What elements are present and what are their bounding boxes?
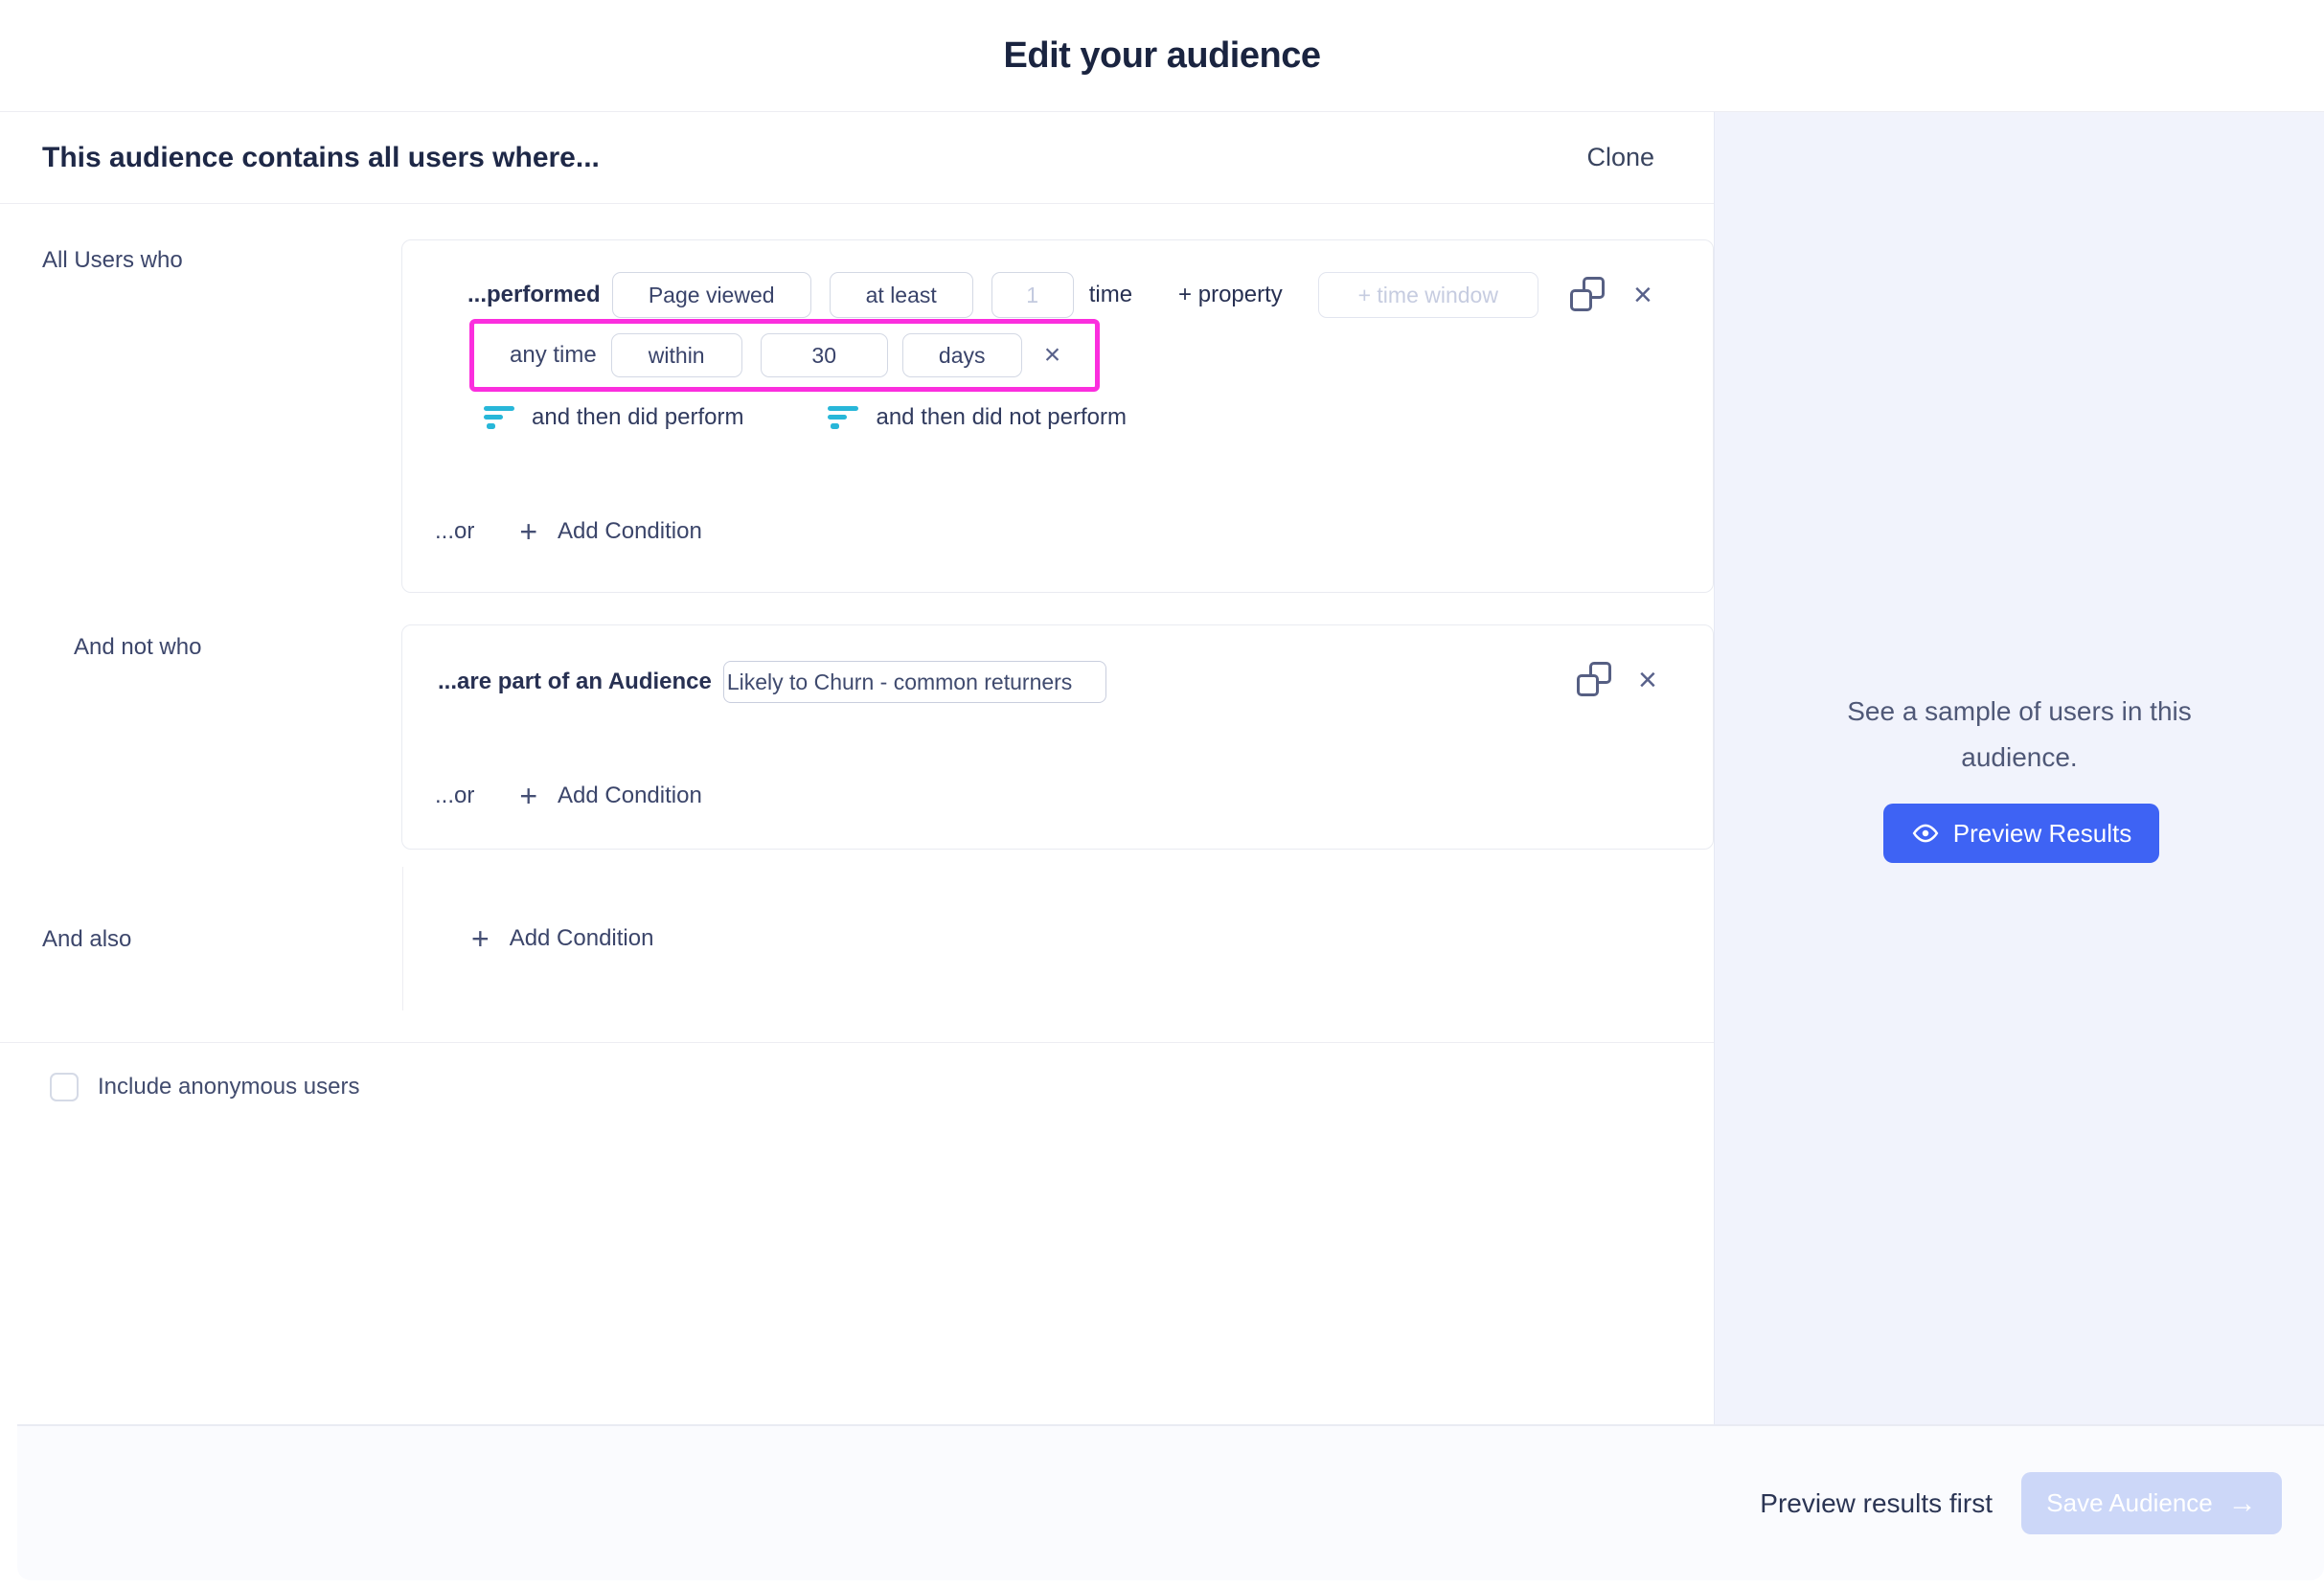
preview-results-label: Preview Results xyxy=(1953,819,2131,849)
or-label: ...or xyxy=(435,783,474,809)
remove-condition-icon[interactable]: × xyxy=(1633,279,1652,311)
sample-text: See a sample of users in this audience. xyxy=(1715,689,2324,781)
sample-text-line2: audience. xyxy=(1715,735,2324,781)
save-audience-label: Save Audience xyxy=(2046,1488,2212,1518)
add-condition-button[interactable]: Add Condition xyxy=(510,925,654,952)
section-header: This audience contains all users where..… xyxy=(0,112,1714,204)
sample-text-line1: See a sample of users in this xyxy=(1715,689,2324,735)
then-did-not-perform-button[interactable]: and then did not perform xyxy=(876,404,1127,431)
time-amount-input[interactable]: 30 xyxy=(761,333,888,377)
group-label-and-not-who: And not who xyxy=(74,634,201,661)
section-heading: This audience contains all users where..… xyxy=(42,142,600,174)
audience-prefix: ...are part of an Audience xyxy=(438,669,712,695)
and-also-divider xyxy=(402,867,403,1010)
funnel-icon xyxy=(484,406,516,429)
title-bar: Edit your audience xyxy=(0,0,2324,112)
within-select-button[interactable]: within xyxy=(611,333,742,377)
page-title: Edit your audience xyxy=(1004,35,1321,77)
plus-icon[interactable]: + xyxy=(519,781,537,811)
group-label-and-also: And also xyxy=(42,926,131,953)
group-label-all-users: All Users who xyxy=(42,247,183,274)
add-condition-button[interactable]: Add Condition xyxy=(558,518,702,545)
then-did-perform-button[interactable]: and then did perform xyxy=(532,404,743,431)
remove-time-window-icon[interactable]: × xyxy=(1044,341,1061,370)
remove-condition-icon[interactable]: × xyxy=(1638,664,1657,696)
performed-prefix: ...performed xyxy=(467,282,601,308)
edit-audience-dialog: Edit your audience This audience contain… xyxy=(0,0,2324,1588)
time-unit-select-button[interactable]: days xyxy=(902,333,1022,377)
event-select-button[interactable]: Page viewed xyxy=(612,272,811,318)
eye-icon xyxy=(1911,823,1940,844)
or-label: ...or xyxy=(435,518,474,545)
count-suffix-label: time xyxy=(1089,282,1132,308)
count-input[interactable]: 1 xyxy=(991,272,1074,318)
add-property-button[interactable]: + property xyxy=(1178,282,1283,308)
plus-icon[interactable]: + xyxy=(471,923,490,954)
condition-card-audience: ...are part of an Audience Likely to Chu… xyxy=(401,624,1714,850)
clone-button[interactable]: Clone xyxy=(1586,143,1654,172)
duplicate-condition-icon[interactable] xyxy=(1570,277,1605,311)
preview-first-hint: Preview results first xyxy=(1760,1488,1993,1519)
arrow-right-icon: → xyxy=(2228,1489,2257,1518)
save-audience-button[interactable]: Save Audience → xyxy=(2021,1472,2282,1534)
time-window-highlight-box: any time within 30 days × xyxy=(469,319,1100,392)
preview-panel: See a sample of users in this audience. … xyxy=(1714,112,2324,1424)
plus-icon[interactable]: + xyxy=(519,516,537,547)
any-time-label: any time xyxy=(510,342,597,369)
condition-card-performed: ...performed Page viewed at least 1 time… xyxy=(401,239,1714,593)
add-condition-button[interactable]: Add Condition xyxy=(558,783,702,809)
include-anonymous-checkbox[interactable] xyxy=(50,1073,79,1101)
preview-results-button[interactable]: Preview Results xyxy=(1883,804,2159,863)
footer-bar: Preview results first Save Audience → xyxy=(17,1424,2324,1580)
funnel-icon xyxy=(828,406,860,429)
content-divider xyxy=(0,1042,1714,1043)
operator-select-button[interactable]: at least xyxy=(830,272,973,318)
include-anonymous-label: Include anonymous users xyxy=(98,1074,360,1100)
audience-select-input[interactable]: Likely to Churn - common returners xyxy=(723,661,1106,703)
include-anonymous-row: Include anonymous users xyxy=(50,1073,360,1101)
duplicate-condition-icon[interactable] xyxy=(1577,662,1611,696)
time-window-input[interactable]: + time window xyxy=(1318,272,1538,318)
